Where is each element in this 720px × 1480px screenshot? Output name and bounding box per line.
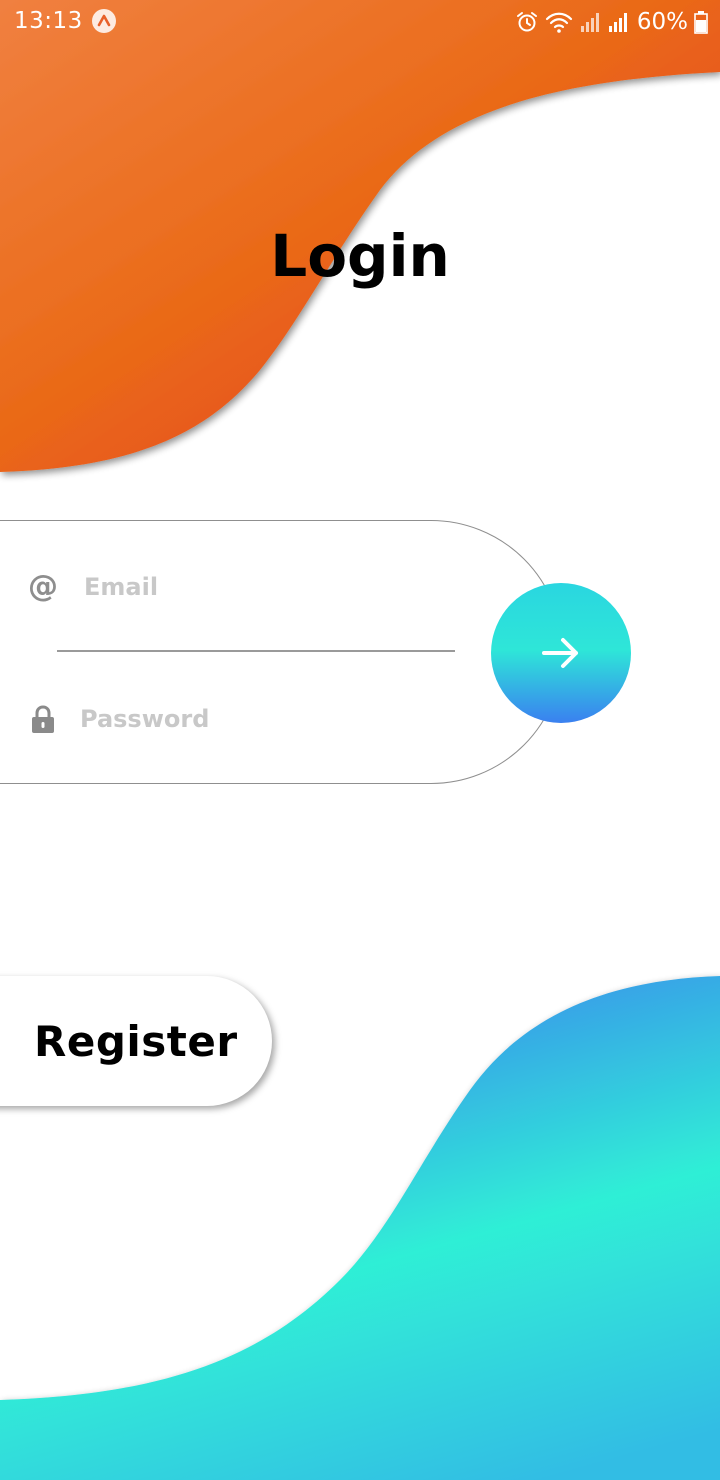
cell-signal-icon [607, 10, 629, 34]
status-bar: 13:13 60% [0, 0, 720, 44]
cell-signal-icon [579, 10, 601, 34]
lock-icon [26, 702, 60, 736]
alarm-clock-icon [515, 10, 539, 34]
status-time: 13:13 [14, 8, 83, 34]
login-form-card [0, 520, 563, 784]
login-screen: 13:13 60% Login @ Email Register [0, 0, 720, 1480]
battery-icon [694, 10, 708, 34]
email-field[interactable]: @ [26, 562, 444, 612]
email-input[interactable] [84, 573, 444, 601]
login-submit-button[interactable] [491, 583, 631, 723]
field-divider [57, 650, 455, 652]
arrow-right-icon [542, 638, 578, 668]
at-sign-icon: @ [26, 570, 60, 604]
at-sign-glyph: @ [28, 569, 58, 604]
page-title: Login [270, 222, 450, 290]
register-label: Register [34, 1016, 238, 1066]
password-input[interactable] [80, 705, 440, 733]
status-icons: 60% [515, 7, 708, 37]
battery-percent: 60% [636, 9, 688, 35]
password-field[interactable] [26, 694, 440, 744]
arrow-up-circle-icon [92, 9, 116, 33]
register-button[interactable]: Register [0, 976, 272, 1106]
wifi-icon [545, 10, 573, 34]
